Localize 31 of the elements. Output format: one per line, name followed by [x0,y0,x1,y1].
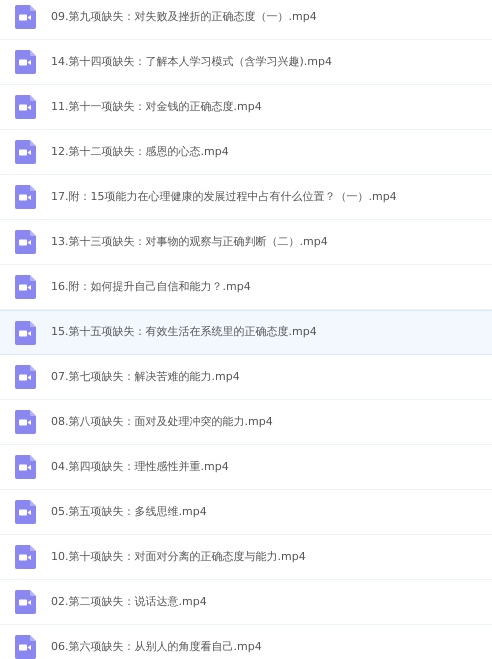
file-name: 07.第七项缺失：解决苦难的能力.mp4 [51,368,240,385]
video-file-icon [15,410,36,434]
video-file-icon [15,275,36,299]
video-file-icon [15,320,36,344]
video-file-icon [15,500,36,524]
file-name: 13.第十三项缺失：对事物的观察与正确判断（二）.mp4 [51,234,328,250]
video-file-icon [15,5,36,29]
video-file-icon [15,635,36,659]
file-name: 11.第十一项缺失：对金钱的正确态度.mp4 [51,98,262,115]
video-file-icon [15,590,36,614]
file-name: 14.第十四项缺失：了解本人学习模式（含学习兴趣).mp4 [51,54,332,70]
video-file-icon [15,455,36,479]
file-name: 15.第十五项缺失：有效生活在系统里的正确态度.mp4 [51,324,317,340]
video-file-icon [15,140,36,164]
file-name: 16.附：如何提升自己自信和能力？.mp4 [51,278,251,295]
video-file-icon [15,50,36,74]
video-file-icon [15,545,36,569]
video-file-icon [15,365,36,389]
video-file-icon [15,95,36,119]
file-name: 10.第十项缺失：对面对分离的正确态度与能力.mp4 [51,548,306,565]
file-name: 08.第八项缺失：面对及处理冲突的能力.mp4 [51,414,273,430]
file-name: 06.第六项缺失：从别人的角度看自己.mp4 [51,638,262,655]
file-name: 09.第九项缺失：对失败及挫折的正确态度（一）.mp4 [51,8,317,25]
file-name: 05.第五项缺失：多线思维.mp4 [51,504,207,520]
video-file-icon [15,185,36,209]
file-row[interactable]: 15.第十五项缺失：有效生活在系统里的正确态度.mp4 [0,310,492,355]
file-name: 02.第二项缺失：说话达意.mp4 [51,594,207,610]
file-name: 17.附：15项能力在心理健康的发展过程中占有什么位置？（一）.mp4 [51,188,397,205]
video-file-icon [15,230,36,254]
file-name: 12.第十二项缺失：感恩的心态.mp4 [51,144,229,160]
file-name: 04.第四项缺失：理性感性并重.mp4 [51,458,229,475]
